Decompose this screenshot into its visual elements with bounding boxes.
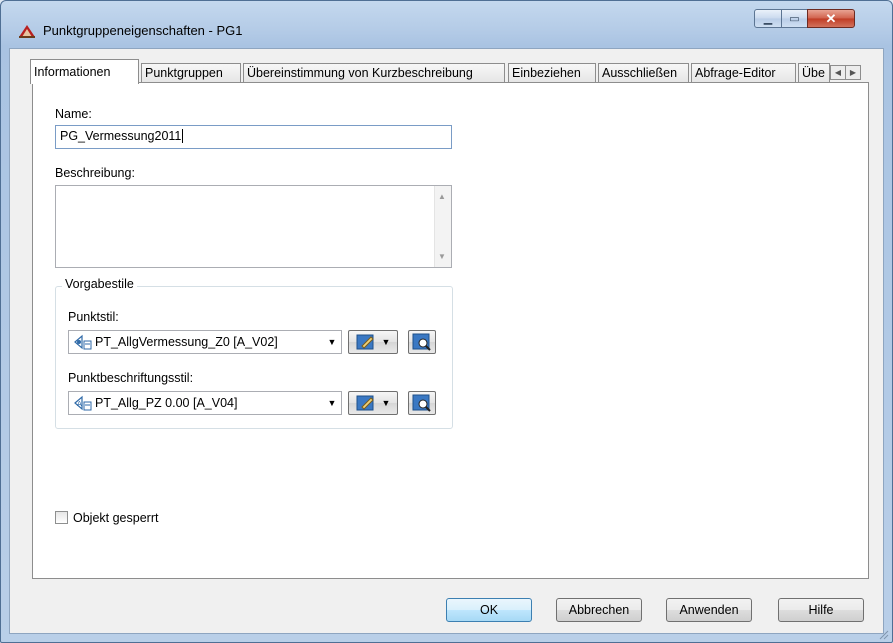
name-input[interactable]: PG_Vermessung2011	[55, 125, 452, 149]
svg-text:A: A	[77, 400, 82, 408]
magnifier-icon	[412, 333, 431, 351]
apply-button[interactable]: Anwenden	[666, 598, 752, 622]
tab-abfrage-editor[interactable]: Abfrage-Editor	[691, 63, 796, 82]
close-icon: ✕	[825, 10, 837, 26]
scroll-up-icon: ▲	[438, 192, 446, 201]
label-style-label: Punktbeschriftungsstil:	[68, 371, 194, 385]
point-style-select[interactable]: PT_AllgVermessung_Z0 [A_V02] ▼	[68, 330, 342, 354]
tab-einbeziehen[interactable]: Einbeziehen	[508, 63, 596, 82]
tab-ausschliessen[interactable]: Ausschließen	[598, 63, 689, 82]
edit-style-icon	[356, 395, 374, 411]
magnifier-icon	[412, 394, 431, 412]
name-input-value: PG_Vermessung2011	[60, 129, 182, 143]
arrow-left-icon: ◀	[834, 68, 842, 77]
chevron-down-icon: ▼	[327, 337, 337, 347]
maximize-button[interactable]: ▭	[781, 9, 808, 28]
description-label: Beschreibung:	[55, 166, 135, 180]
chevron-down-icon: ▼	[327, 398, 337, 408]
tab-punktgruppen[interactable]: Punktgruppen	[141, 63, 241, 82]
name-label: Name:	[55, 107, 92, 121]
label-style-icon: A	[74, 395, 92, 411]
tab-strip: Informationen Punktgruppen Übereinstimmu…	[30, 59, 870, 84]
label-style-select[interactable]: A PT_Allg_PZ 0.00 [A_V04] ▼	[68, 391, 342, 415]
locked-checkbox[interactable]	[55, 511, 68, 524]
label-style-value: PT_Allg_PZ 0.00 [A_V04]	[95, 396, 238, 410]
description-scrollbar[interactable]: ▲ ▼	[434, 186, 451, 267]
point-style-label: Punktstil:	[68, 310, 119, 324]
tab-scroll-right-button[interactable]: ▶	[845, 65, 861, 80]
point-style-icon	[74, 334, 92, 350]
scroll-down-icon: ▼	[438, 252, 446, 261]
help-button[interactable]: Hilfe	[778, 598, 864, 622]
point-style-view-button[interactable]	[408, 330, 436, 354]
minimize-icon: ▁	[763, 13, 773, 25]
edit-style-icon	[356, 334, 374, 350]
tab-kurzbeschreibung[interactable]: Übereinstimmung von Kurzbeschreibung	[243, 63, 505, 82]
cancel-button[interactable]: Abbrechen	[556, 598, 642, 622]
label-style-edit-button[interactable]: ▼	[348, 391, 398, 415]
maximize-icon: ▭	[789, 13, 800, 25]
minimize-button[interactable]: ▁	[754, 9, 782, 28]
app-icon	[19, 25, 35, 38]
title-bar[interactable]: Punktgruppeneigenschaften - PG1 ▁ ▭ ✕	[1, 1, 892, 41]
chevron-down-icon: ▼	[381, 337, 391, 347]
resize-grip-icon[interactable]	[877, 628, 889, 640]
close-button[interactable]: ✕	[807, 9, 855, 28]
tab-overflow[interactable]: Übe	[798, 63, 830, 82]
description-textarea[interactable]: ▲ ▼	[55, 185, 452, 268]
label-style-view-button[interactable]	[408, 391, 436, 415]
point-style-value: PT_AllgVermessung_Z0 [A_V02]	[95, 335, 278, 349]
chevron-down-icon: ▼	[381, 398, 391, 408]
window-title: Punktgruppeneigenschaften - PG1	[43, 23, 243, 38]
tab-scroll-left-button[interactable]: ◀	[830, 65, 846, 80]
locked-label[interactable]: Objekt gesperrt	[73, 511, 158, 525]
arrow-right-icon: ▶	[849, 68, 857, 77]
ok-button[interactable]: OK	[446, 598, 532, 622]
point-style-edit-button[interactable]: ▼	[348, 330, 398, 354]
tab-informationen[interactable]: Informationen	[30, 59, 139, 84]
default-styles-group-title: Vorgabestile	[62, 277, 137, 291]
